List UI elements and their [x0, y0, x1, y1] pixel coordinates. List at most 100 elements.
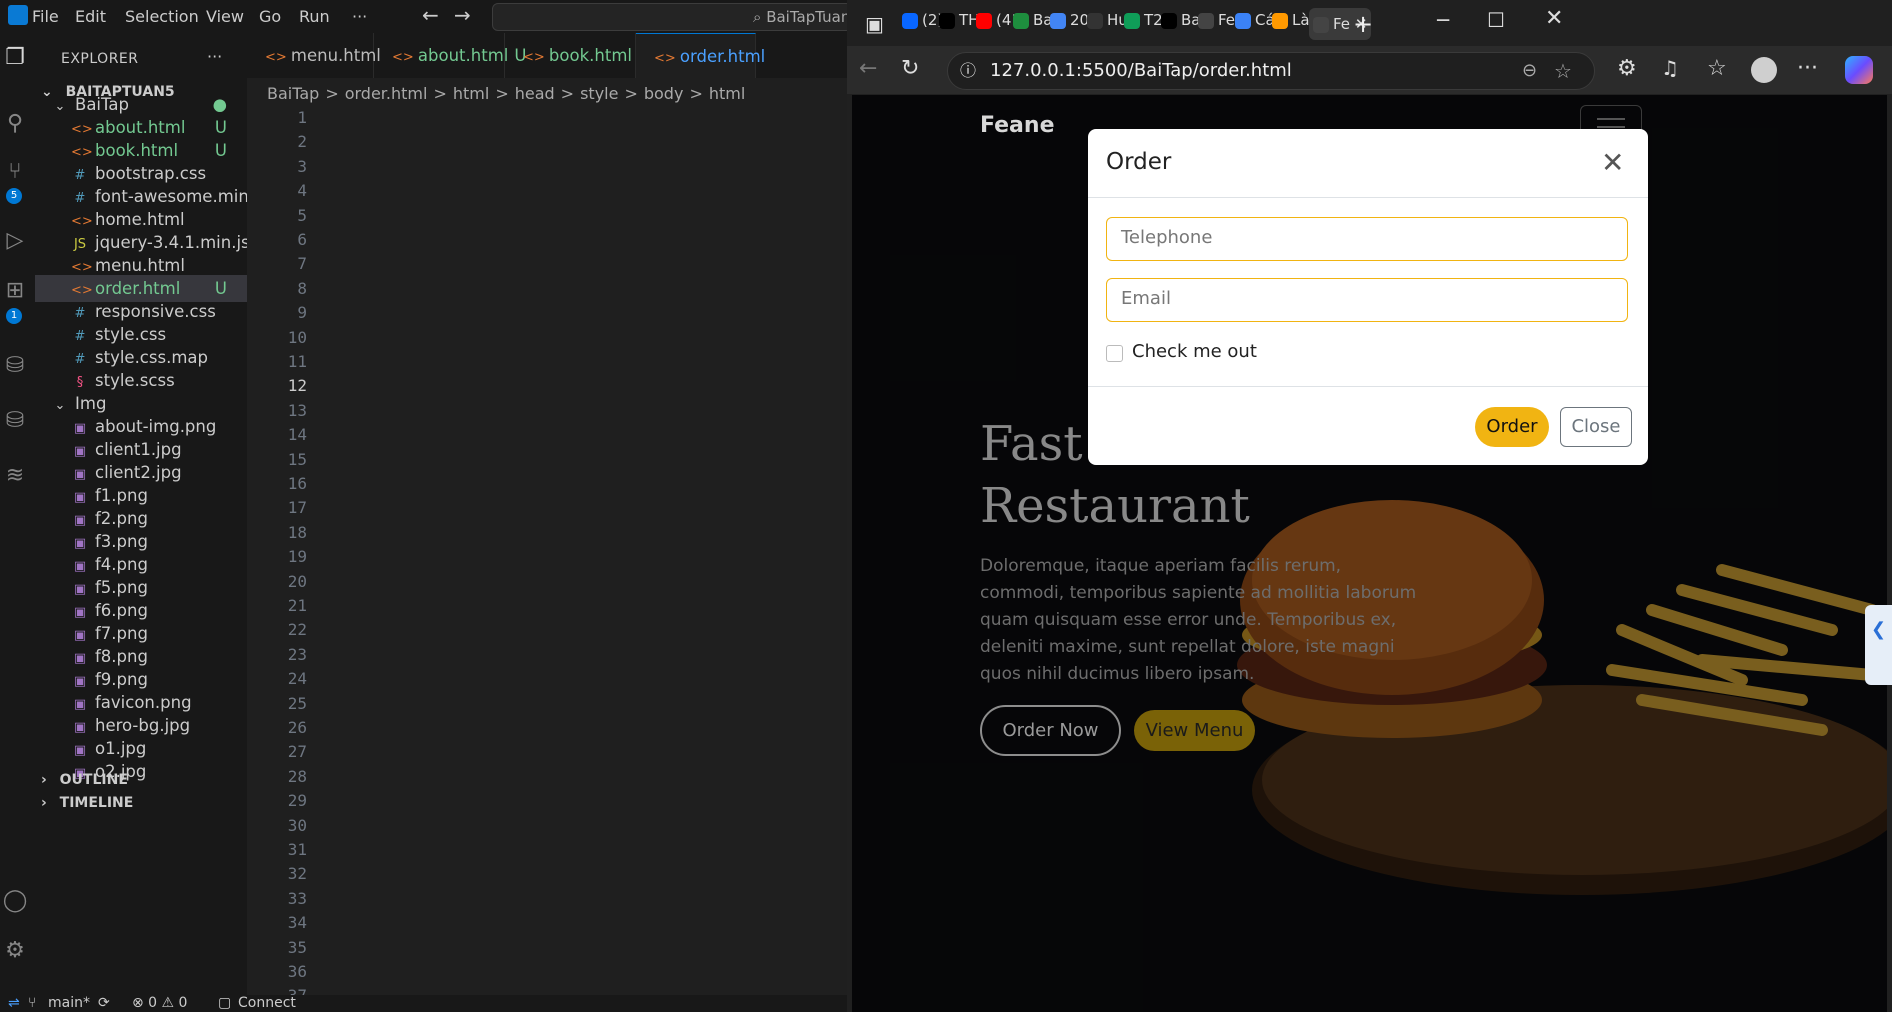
close-window-icon[interactable]: ✕ — [1545, 6, 1563, 31]
forward-arrow-icon[interactable]: → — [454, 3, 471, 27]
minimize-icon[interactable]: ─ — [1437, 8, 1449, 32]
menu-edit[interactable]: Edit — [75, 7, 106, 26]
code-editor[interactable]: <> menu.html<> about.htmlU<> book.htmlU<… — [247, 33, 847, 1005]
hero-text: Doloremque, itaque aperiam facilis rerum… — [980, 556, 1417, 684]
navbar-brand[interactable]: Feane — [980, 113, 1055, 138]
explorer-icon[interactable]: ❐ — [2, 45, 28, 71]
browser-tab-label: Fe — [1333, 15, 1351, 33]
favorite-star-icon[interactable]: ☆ — [1554, 53, 1572, 89]
email-input[interactable]: Email — [1106, 278, 1628, 322]
menu-go[interactable]: Go — [259, 7, 281, 26]
browser-tab[interactable]: (2) — [902, 11, 943, 37]
check-me-out-label[interactable]: Check me out — [1132, 341, 1257, 362]
address-bar[interactable]: ⓘ 127.0.0.1:5500/BaiTap/order.html ⊖ ☆ — [947, 52, 1595, 90]
line-number: 24 — [287, 669, 307, 689]
view-menu-button[interactable]: View Menu — [1134, 710, 1255, 751]
storage-icon[interactable]: ⛁ — [2, 408, 28, 434]
breadcrumb-item[interactable]: order.html — [345, 84, 428, 103]
problems-indicator[interactable]: ⊗ 0 ⚠ 0 — [132, 995, 187, 1012]
menu-more[interactable]: ··· — [352, 7, 367, 26]
maximize-icon[interactable]: ☐ — [1487, 8, 1505, 32]
browser-tab[interactable]: Hư — [1087, 11, 1128, 37]
youtube-icon — [976, 12, 992, 29]
activity-bar: ❐ ⚲ ⑂ 5 ▷ ⊞ 1 ⛁ ⛁ ≋ ◯ ⚙ — [0, 33, 35, 995]
browser-tab[interactable]: Ba — [1013, 11, 1052, 37]
breadcrumb-item[interactable]: style — [580, 84, 618, 103]
more-actions-icon[interactable]: ··· — [207, 47, 222, 66]
breadcrumb-separator: > — [433, 84, 447, 103]
line-number: 23 — [287, 644, 307, 664]
hero-title-line2: Restaurant — [980, 478, 1250, 534]
zoom-icon[interactable]: ⊖ — [1522, 53, 1537, 89]
more-menu-icon[interactable]: ··· — [1797, 56, 1818, 81]
tab-order-html[interactable]: <> order.html — [636, 33, 765, 78]
tab-menu-html[interactable]: <> menu.html — [247, 33, 381, 78]
docs-icon — [1050, 12, 1066, 29]
github-icon — [939, 12, 955, 29]
menu-view[interactable]: View — [206, 7, 244, 26]
favorites-icon[interactable]: ☆ — [1707, 56, 1727, 81]
openai-icon — [1087, 12, 1103, 29]
copilot-icon[interactable] — [1845, 56, 1873, 84]
browser-tab-label: Fe — [1218, 11, 1236, 29]
source-control-icon[interactable]: ⑂ — [2, 159, 28, 185]
menu-file[interactable]: File — [32, 7, 59, 26]
extensions-icon[interactable]: ⚙ — [1617, 56, 1637, 81]
page-icon — [1313, 16, 1329, 33]
connect-icon: ▢ — [218, 995, 232, 1011]
sync-icon[interactable]: ⟳ — [98, 995, 110, 1012]
close-icon[interactable]: ✕ — [1601, 149, 1624, 177]
remote-icon[interactable]: ⇌ — [8, 995, 20, 1012]
breadcrumb-item[interactable]: head — [515, 84, 555, 103]
new-tab-icon[interactable]: + — [1353, 10, 1373, 38]
line-number: 20 — [287, 571, 307, 591]
tab-book-html[interactable]: <> book.htmlU — [505, 33, 650, 78]
browser-tab[interactable]: Là — [1272, 11, 1310, 37]
branch-name[interactable]: main* — [48, 995, 90, 1012]
breadcrumb-item[interactable]: body — [644, 84, 684, 103]
back-icon[interactable]: ← — [859, 56, 877, 81]
timeline-section[interactable]: › TIMELINE — [41, 795, 133, 811]
search-icon[interactable]: ⚲ — [2, 111, 28, 137]
settings-gear-icon[interactable]: ⚙ — [2, 938, 28, 964]
breadcrumb-item[interactable]: BaiTap — [267, 84, 319, 103]
browser-tab[interactable]: T2 — [1124, 11, 1163, 37]
browser-tab[interactable]: TH — [939, 11, 979, 37]
breadcrumb-item[interactable]: html — [453, 84, 489, 103]
layers-icon[interactable]: ≋ — [2, 463, 28, 489]
browser-tab[interactable]: 20 — [1050, 11, 1089, 37]
browser-tab[interactable]: Cá — [1235, 11, 1275, 37]
refresh-icon[interactable]: ↻ — [901, 56, 919, 81]
command-center-search[interactable]: ⌕ BaiTapTuan — [492, 3, 847, 31]
line-number: 4 — [297, 181, 307, 201]
database-icon[interactable]: ⛁ — [2, 353, 28, 379]
back-arrow-icon[interactable]: ← — [422, 3, 439, 27]
breadcrumb-item[interactable]: html — [709, 84, 745, 103]
tab-about-html[interactable]: <> about.html U — [374, 33, 526, 78]
telephone-input[interactable]: Telephone — [1106, 217, 1628, 261]
breadcrumb: BaiTap > order.html > html > head > style > body > h… — [267, 84, 751, 106]
outline-label: OUTLINE — [59, 772, 128, 788]
check-me-out-checkbox[interactable] — [1106, 345, 1123, 362]
account-icon[interactable]: ◯ — [2, 888, 28, 914]
run-debug-icon[interactable]: ▷ — [2, 228, 28, 254]
line-number: 5 — [297, 205, 307, 225]
site-info-icon[interactable]: ⓘ — [960, 53, 976, 89]
profile-avatar[interactable] — [1751, 57, 1777, 83]
line-number: 36 — [287, 962, 307, 981]
explorer-title: EXPLORER — [61, 51, 139, 67]
connect-button[interactable]: Connect — [238, 995, 296, 1012]
extensions-icon[interactable]: ⊞ — [2, 278, 28, 304]
tab-actions-icon[interactable]: ▣ — [865, 12, 884, 36]
menu-selection[interactable]: Selection — [125, 7, 199, 26]
order-now-button[interactable]: Order Now — [980, 705, 1121, 756]
media-icon[interactable]: ♫ — [1661, 56, 1679, 80]
close-button[interactable]: Close — [1560, 407, 1632, 447]
menu-run[interactable]: Run — [299, 7, 330, 26]
browser-tab[interactable]: Fe — [1198, 11, 1235, 37]
sidebar-expand-chevron-icon[interactable]: ❮ — [1865, 605, 1892, 685]
breadcrumb-separator: > — [325, 84, 339, 103]
browser-tab[interactable]: Ba — [1161, 11, 1200, 37]
outline-section[interactable]: › OUTLINE — [41, 772, 128, 788]
order-button[interactable]: Order — [1475, 407, 1549, 447]
